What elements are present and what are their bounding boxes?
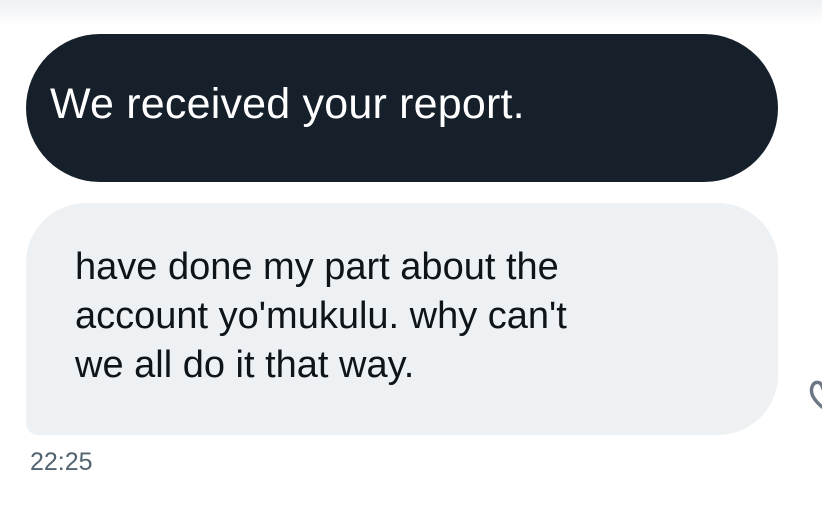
message-text: have done my part about the account yo'm… — [75, 246, 567, 386]
dm-conversation: We received your report. have done my pa… — [0, 0, 822, 530]
top-fade — [0, 0, 822, 26]
message-timestamp: 22:25 — [30, 448, 93, 476]
heart-outline-icon[interactable] — [808, 374, 822, 414]
message-bubble-user[interactable]: have done my part about the account yo'm… — [26, 203, 778, 435]
message-text: We received your report. — [50, 79, 525, 128]
message-bubble-system[interactable]: We received your report. — [26, 34, 778, 182]
